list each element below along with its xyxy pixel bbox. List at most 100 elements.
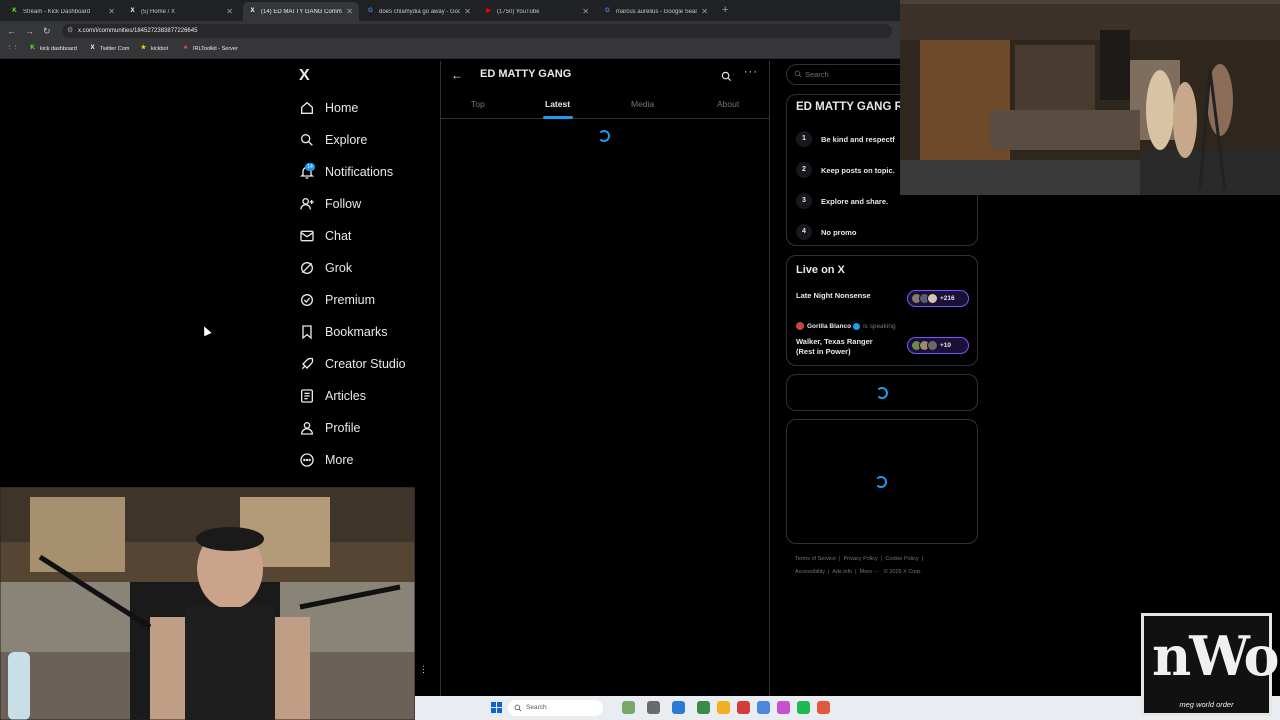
taskbar-app-icon[interactable] [622, 701, 635, 714]
rule-item[interactable]: 1 Be kind and respectf [796, 131, 895, 147]
rocket-icon [298, 355, 316, 373]
logo-subtitle: meg world order [1179, 700, 1234, 709]
close-tab-icon[interactable]: ✕ [464, 7, 471, 16]
footer-link[interactable]: Ads info [832, 569, 852, 575]
kick-icon: K [30, 45, 35, 51]
reload-icon[interactable]: ↻ [43, 26, 51, 37]
taskbar-app-icon[interactable] [777, 701, 790, 714]
x-icon: X [130, 8, 135, 14]
space-listeners-pill[interactable]: +10 [907, 337, 969, 354]
live-card: Live on X Late Night Nonsense +216 Goril… [786, 255, 978, 366]
listener-count: +216 [940, 295, 955, 302]
bookmark-item[interactable]: ★ kickbot [140, 45, 168, 52]
nav-item-grok[interactable]: Grok [298, 256, 352, 280]
back-arrow-icon[interactable]: ← [7, 26, 16, 36]
youtube-icon: ▶ [486, 8, 491, 14]
community-search-icon[interactable] [721, 69, 732, 87]
loading-card [786, 374, 978, 411]
space-listeners-pill[interactable]: +216 [907, 290, 969, 307]
nav-item-label: Articles [325, 389, 366, 403]
space-title[interactable]: Walker, Texas Ranger (Rest in Power) [796, 337, 873, 357]
nav-item-premium[interactable]: Premium [298, 288, 375, 312]
bookmark-item[interactable]: X Twitter Com [89, 45, 129, 52]
close-tab-icon[interactable]: ✕ [701, 7, 708, 16]
browser-tab[interactable]: Gdoes chlamydia go away - Goo ✕ [361, 2, 477, 21]
nav-item-profile[interactable]: Profile [298, 416, 360, 440]
browser-tab[interactable]: K Stream - Kick Dashboard ✕ [5, 2, 121, 21]
taskbar-app-icon[interactable] [797, 701, 810, 714]
nav-item-chat[interactable]: Chat [298, 224, 351, 248]
browser-tab[interactable]: ▶ (1750) YouTube ✕ [479, 2, 595, 21]
taskbar-app-icon[interactable] [697, 701, 710, 714]
taskbar-app-icon[interactable] [717, 701, 730, 714]
bookmark-item[interactable]: Kkick dashboard [29, 45, 77, 52]
windows-start-icon[interactable] [491, 702, 502, 713]
browser-tab[interactable]: X (14) ED MATTY GANG Commu ✕ [243, 2, 359, 21]
url-field[interactable]: ⚙ x.com/i/communities/184527238387722664… [62, 24, 892, 38]
footer-link[interactable]: Terms of Service [795, 556, 836, 562]
x-logo-icon[interactable]: X [299, 67, 316, 84]
rule-item[interactable]: 3 Explore and share. [796, 193, 888, 209]
tab-media[interactable]: Media [631, 99, 654, 109]
browser-tab[interactable]: X (5) Home / X ✕ [123, 2, 239, 21]
close-tab-icon[interactable]: ✕ [346, 7, 353, 16]
tab-about[interactable]: About [717, 99, 739, 109]
nav-item-label: More [325, 453, 354, 467]
rule-text: Keep posts on topic. [821, 165, 895, 175]
loading-spinner-icon [876, 387, 888, 399]
loading-card [786, 419, 978, 544]
apps-grid-icon[interactable]: ⋮⋮ [7, 45, 18, 51]
rule-item[interactable]: 4 No promo [796, 224, 856, 240]
taskbar-app-icon[interactable] [647, 701, 660, 714]
footer-link[interactable]: More ··· [860, 569, 880, 575]
avatar [796, 322, 804, 330]
verified-icon [853, 322, 861, 330]
nav-item-bookmarks[interactable]: Bookmarks [298, 320, 388, 344]
rule-number: 1 [796, 131, 812, 147]
nav-item-more[interactable]: More [298, 448, 353, 472]
webcam-streamer-image [0, 487, 415, 720]
nav-item-explore[interactable]: Explore [298, 128, 367, 152]
nav-item-articles[interactable]: Articles [298, 384, 366, 408]
close-tab-icon[interactable]: ✕ [582, 7, 589, 16]
footer-link[interactable]: Accessibility [795, 569, 825, 575]
mouse-cursor [200, 324, 212, 337]
overlay-more-icon[interactable]: ⋮ [419, 664, 428, 675]
nav-item-creator-studio[interactable]: Creator Studio [298, 352, 406, 376]
tab-latest[interactable]: Latest [545, 99, 570, 109]
tab-top[interactable]: Top [471, 99, 485, 109]
bookmark-item[interactable]: ■ IRLToolkit - Server [182, 45, 238, 52]
taskbar-app-icon[interactable] [737, 701, 750, 714]
kickbot-icon: ★ [140, 45, 147, 51]
taskbar-app-icon[interactable] [757, 701, 770, 714]
bookmark-icon [298, 323, 316, 341]
taskbar-app-icon[interactable] [672, 701, 685, 714]
nav-item-label: Chat [325, 229, 352, 243]
browser-tab-title: (14) ED MATTY GANG Commu [261, 8, 343, 15]
back-arrow-icon[interactable]: ← [451, 68, 463, 82]
nwo-logo: nWo meg world order [1141, 613, 1280, 716]
more-options-icon[interactable]: ··· [744, 66, 758, 78]
more-circle-icon [298, 451, 316, 469]
nav-item-label: Profile [325, 421, 361, 435]
notifications-badge: 14 [305, 163, 315, 171]
taskbar-app-icon[interactable] [817, 701, 830, 714]
space-title[interactable]: Late Night Nonsense [796, 291, 871, 301]
taskbar-search[interactable]: Search [508, 700, 603, 716]
rule-item[interactable]: 2 Keep posts on topic. [796, 162, 895, 178]
forward-arrow-icon[interactable]: → [25, 26, 34, 36]
close-tab-icon[interactable]: ✕ [226, 7, 233, 16]
listener-count: +10 [940, 342, 952, 349]
footer-link[interactable]: Cookie Policy [885, 556, 918, 562]
footer-link[interactable]: Privacy Policy [844, 556, 878, 562]
nav-item-home[interactable]: Home [298, 96, 358, 120]
live-title: Live on X [796, 264, 845, 276]
nav-item-follow[interactable]: Follow [298, 192, 361, 216]
browser-tab[interactable]: Gmarcus aurelius - Google Searc ✕ [598, 2, 714, 21]
loading-spinner-icon [598, 130, 610, 142]
new-tab-button[interactable]: + [722, 4, 728, 16]
close-tab-icon[interactable]: ✕ [108, 7, 115, 16]
url-text: x.com/i/communities/1845272383877226645 [78, 28, 198, 34]
x-icon: X [90, 45, 95, 51]
site-info-icon[interactable]: ⚙ [67, 24, 73, 38]
